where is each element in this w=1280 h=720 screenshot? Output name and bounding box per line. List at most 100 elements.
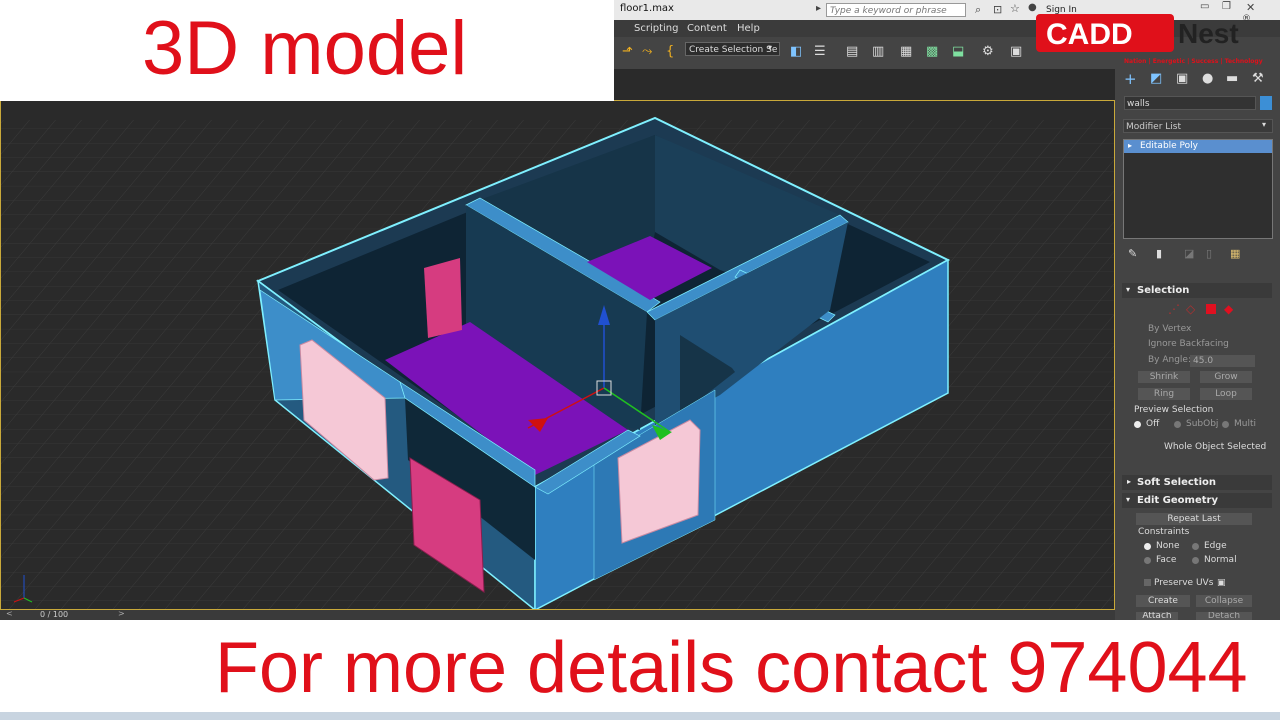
remove-modifier-icon[interactable]: ▯ [1206,247,1212,260]
footer-contact-text: For more details contact 974044 [215,628,1248,708]
preview-off-label: Off [1146,419,1160,429]
object-name-field[interactable]: walls [1124,96,1256,110]
settings-box-icon[interactable]: ▣ [1217,578,1226,588]
motion-tab-icon[interactable]: ● [1202,71,1213,86]
constraint-face-label: Face [1156,555,1177,565]
menu-content[interactable]: Content [687,23,727,34]
timeline-prev-icon[interactable]: < [6,609,13,618]
file-name: floor1.max [620,3,674,14]
expand-arrow-icon[interactable]: ▸ [1128,141,1132,150]
timeline-next-icon[interactable]: > [118,609,125,618]
material-editor-icon[interactable]: ⬓ [952,44,968,60]
cadd-nest-logo: CADD [1036,14,1174,52]
scene-canvas[interactable] [0,69,1115,610]
logo-nest-text: Nest [1178,18,1239,49]
chevron-down-icon[interactable]: ▾ [1262,120,1266,129]
constraint-none-radio[interactable] [1144,543,1151,550]
vertex-icon[interactable]: ⋰ [1168,302,1180,316]
menu-help[interactable]: Help [737,23,760,34]
ribbon-icon[interactable]: ▥ [872,44,888,60]
by-vertex-checkbox[interactable]: By Vertex [1148,324,1191,334]
create-tab-icon[interactable]: + [1124,70,1137,88]
utilities-tab-icon[interactable]: ⚒ [1252,71,1264,86]
menu-scripting[interactable]: Scripting [634,23,678,34]
collapse-arrow-icon[interactable]: ▾ [1126,285,1130,294]
chevron-down-icon[interactable]: ▾ [768,43,772,52]
configure-sets-icon[interactable]: ▦ [1230,247,1240,260]
schematic-icon[interactable]: ▩ [926,44,942,60]
repeat-last-button[interactable]: Repeat Last [1136,513,1252,525]
minimize-icon[interactable]: ▭ [1200,1,1209,12]
perspective-viewport[interactable] [0,69,1115,610]
time-slider[interactable] [0,610,1115,620]
make-unique-icon[interactable]: ◪ [1184,247,1194,260]
align-icon[interactable]: ☰ [814,44,830,60]
preserve-uvs-checkbox[interactable] [1144,579,1151,586]
detach-button[interactable]: Detach [1196,612,1252,620]
chevron-right-icon[interactable]: ▸ [816,3,821,14]
binoculars-icon[interactable]: ⌕ [975,3,981,17]
shrink-button[interactable]: Shrink [1138,371,1190,383]
constraint-normal-label: Normal [1204,555,1237,565]
constraint-face-radio[interactable] [1144,557,1151,564]
hierarchy-tab-icon[interactable]: ▣ [1176,71,1188,86]
mirror-icon[interactable]: ◧ [790,44,806,60]
angle-spinner[interactable]: 45.0 [1190,355,1255,367]
close-icon[interactable]: ✕ [1246,1,1255,14]
layer-manager-icon[interactable]: ▤ [846,44,862,60]
render-frame-icon[interactable]: ▣ [1010,44,1026,60]
logo-registered-mark: ® [1242,14,1251,24]
element-icon[interactable]: ◆ [1224,302,1233,316]
snap-icon[interactable]: ⤳ [642,44,658,60]
soft-selection-rollout-header[interactable]: Soft Selection [1122,475,1272,490]
door-back [424,258,462,338]
create-button[interactable]: Create [1136,595,1190,607]
ignore-backfacing-checkbox[interactable]: Ignore Backfacing [1148,339,1229,349]
selection-status: Whole Object Selected [1164,442,1267,452]
polygon-icon[interactable] [1206,304,1216,314]
preserve-uvs-label: Preserve UVs [1154,578,1214,588]
curve-editor-icon[interactable]: ▦ [900,44,916,60]
ring-button[interactable]: Ring [1138,388,1190,400]
selection-rollout-title: Selection [1137,285,1190,296]
cart-icon[interactable]: ⊡ [993,3,1002,16]
by-angle-checkbox[interactable]: By Angle: [1148,355,1191,365]
soft-selection-title: Soft Selection [1137,477,1217,488]
named-selection-icon[interactable]: { [666,44,682,60]
preview-multi-radio[interactable] [1222,421,1229,428]
preview-off-radio[interactable] [1134,421,1141,428]
time-counter: 0 / 100 [40,610,69,619]
selection-set-dropdown[interactable]: Create Selection Se [685,42,780,56]
edit-geometry-title: Edit Geometry [1137,495,1218,506]
search-input[interactable]: Type a keyword or phrase [826,3,966,17]
collapse-button[interactable]: Collapse [1196,595,1252,607]
object-color-swatch[interactable] [1260,96,1272,110]
attach-button[interactable]: Attach [1136,612,1178,620]
collapse-arrow-icon[interactable]: ▾ [1126,495,1130,504]
modify-tab-icon[interactable]: ◩ [1150,71,1162,86]
pin-stack-icon[interactable]: ✎ [1128,247,1137,260]
edit-geometry-rollout-header[interactable]: Edit Geometry [1122,493,1272,508]
selection-rollout-header[interactable]: Selection [1122,283,1272,298]
constraint-none-label: None [1156,541,1180,551]
constraint-edge-radio[interactable] [1192,543,1199,550]
edge-icon[interactable]: ◇ [1186,302,1195,316]
loop-button[interactable]: Loop [1200,388,1252,400]
select-icon[interactable]: ⬏ [622,44,638,60]
render-setup-icon[interactable]: ⚙ [982,44,998,60]
constraint-edge-label: Edge [1204,541,1227,551]
modifier-list-dropdown[interactable]: Modifier List [1123,119,1273,133]
show-end-result-icon[interactable]: ▮ [1156,247,1162,260]
preview-multi-label: Multi [1234,419,1256,429]
taskbar-strip [0,712,1280,720]
restore-icon[interactable]: ❐ [1222,1,1231,12]
star-icon[interactable]: ☆ [1010,2,1020,15]
logo-tagline: Nation | Energetic | Success | Technolog… [1124,58,1263,65]
stack-item-editable-poly[interactable]: Editable Poly [1124,140,1272,153]
preview-subobj-radio[interactable] [1174,421,1181,428]
display-tab-icon[interactable]: ▬ [1226,71,1238,86]
modifier-stack[interactable] [1123,139,1273,239]
grow-button[interactable]: Grow [1200,371,1252,383]
expand-arrow-icon[interactable]: ▸ [1127,477,1131,486]
constraint-normal-radio[interactable] [1192,557,1199,564]
